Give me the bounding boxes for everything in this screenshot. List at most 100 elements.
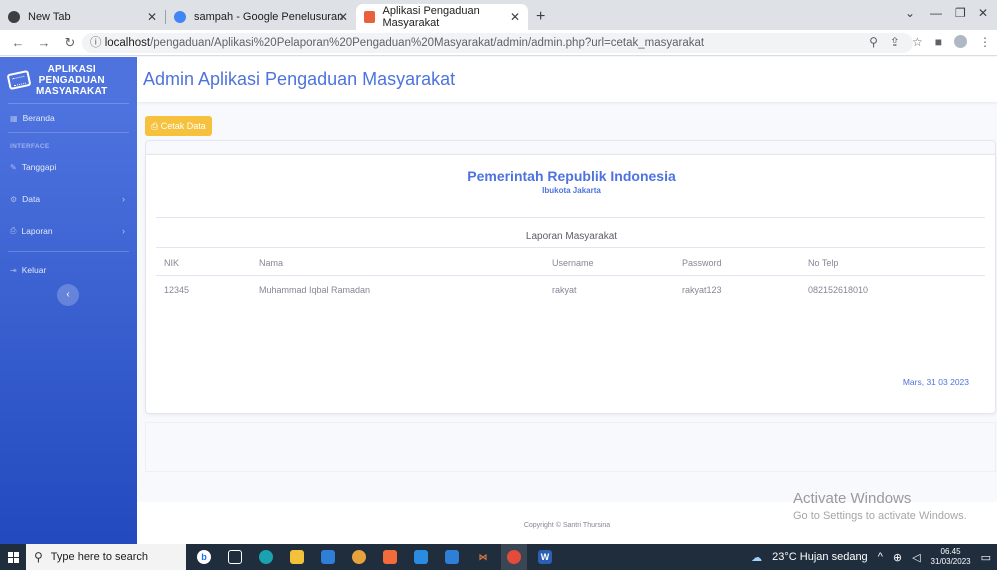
column-header: Username <box>544 252 674 276</box>
table-cell: Muhammad Iqbal Ramadan <box>259 285 371 296</box>
bing-icon[interactable]: b <box>191 544 217 570</box>
close-tab-icon[interactable]: ✕ <box>338 10 348 24</box>
weather-icon[interactable]: ☁ <box>751 551 762 564</box>
tab-aplikasi-pengaduan[interactable]: Aplikasi Pengaduan Masyarakat ✕ <box>356 4 528 30</box>
print-icon: ⎙ <box>151 121 159 131</box>
forward-icon[interactable]: → <box>36 35 52 50</box>
toolbar-right: ⚲ ⇪ ☆ ■ ⋮ <box>869 35 991 49</box>
table-cell: 12345 <box>164 285 190 296</box>
tab-new-tab[interactable]: New Tab ✕ <box>0 4 165 30</box>
sidebar-item-beranda[interactable]: ▦ Beranda <box>0 108 137 128</box>
bookmark-star-icon[interactable]: ☆ <box>912 35 923 49</box>
activate-windows-title: Activate Windows <box>793 490 912 507</box>
page-title: Admin Aplikasi Pengaduan Masyarakat <box>143 69 456 89</box>
brand-line: PENGADUAN <box>38 74 105 86</box>
copyright-text: Copyright © Santri Thursina <box>523 522 611 529</box>
word-icon[interactable]: W <box>532 544 558 570</box>
close-tab-icon[interactable]: ✕ <box>510 10 520 24</box>
sidebar-item-data[interactable]: ⚙ Data › <box>0 189 137 209</box>
column-header: Nama <box>251 252 544 276</box>
sidebar-item-label: Beranda <box>22 113 55 123</box>
chevron-right-icon: › <box>122 226 125 236</box>
sidebar: APLIKASI PENGADUAN MASYARAKAT ▦ Beranda … <box>0 57 137 544</box>
google-icon <box>174 11 186 23</box>
activate-windows-subtitle: Go to Settings to activate Windows. <box>793 510 967 522</box>
start-button[interactable] <box>0 544 26 570</box>
empty-card <box>145 422 996 472</box>
report-card: Pemerintah Republik Indonesia Ibukota Ja… <box>145 154 996 414</box>
print-data-button[interactable]: ⎙ Cetak Data <box>145 116 212 136</box>
footer: Copyright © Santri Thursina <box>137 502 997 544</box>
report-gov-title: Pemerintah Republik Indonesia <box>467 168 676 184</box>
zoom-icon[interactable]: ⚲ <box>869 35 878 49</box>
chrome-icon <box>8 11 20 23</box>
xampp-icon[interactable] <box>377 544 403 570</box>
table-header-row: NIK Nama Username Password No Telp <box>156 252 985 276</box>
mail-icon[interactable] <box>315 544 341 570</box>
report-table: NIK Nama Username Password No Telp 12345… <box>156 252 985 305</box>
weather-text[interactable]: 23°C Hujan sedang <box>772 551 868 563</box>
site-info-icon[interactable]: ⓘ <box>90 37 105 49</box>
report-date: Mars, 31 03 2023 <box>902 377 969 387</box>
share-icon[interactable]: ⇪ <box>890 35 900 49</box>
volume-icon[interactable]: ◁ <box>912 551 920 564</box>
sidebar-item-label: Keluar <box>21 265 47 275</box>
sidebar-brand[interactable]: APLIKASI PENGADUAN MASYARAKAT <box>0 57 137 103</box>
column-header: NIK <box>156 252 251 276</box>
tab-search-icon[interactable]: ⌄ <box>905 6 915 20</box>
menu-icon[interactable]: ⋮ <box>979 35 991 49</box>
chevron-right-icon: › <box>122 194 125 204</box>
main-content: Admin Aplikasi Pengaduan Masyarakat ⎙ Ce… <box>137 57 997 544</box>
notification-icon[interactable]: ▭ <box>981 551 991 564</box>
sidepanel-icon[interactable]: ■ <box>935 35 942 49</box>
edge-icon[interactable] <box>253 544 279 570</box>
network-icon[interactable]: ⊕ <box>893 551 902 564</box>
chrome-active-icon[interactable] <box>501 544 527 570</box>
profile-avatar[interactable] <box>954 35 967 48</box>
site-favicon-icon <box>364 11 375 23</box>
address-bar[interactable]: ⓘ localhost/pengaduan/Aplikasi%20Pelapor… <box>82 33 913 53</box>
sidebar-item-keluar[interactable]: ⇥ Keluar <box>0 260 137 280</box>
table-row: 12345 Muhammad Iqbal Ramadan rakyat raky… <box>156 275 985 305</box>
vscode-icon[interactable] <box>408 544 434 570</box>
sidebar-item-label: Laporan <box>21 226 53 236</box>
back-icon[interactable]: ← <box>10 35 26 50</box>
clock-date: 31/03/2023 <box>930 557 971 566</box>
new-tab-button[interactable]: + <box>536 8 545 26</box>
store-icon[interactable] <box>439 544 465 570</box>
close-window-icon[interactable]: ✕ <box>978 6 988 20</box>
browser-tab-strip: New Tab ✕ sampah - Google Penelusuran ✕ … <box>0 0 997 30</box>
brand-text: APLIKASI PENGADUAN MASYARAKAT <box>36 64 107 97</box>
chrome-icon[interactable] <box>346 544 372 570</box>
close-tab-icon[interactable]: ✕ <box>147 10 157 24</box>
gear-icon: ⚙ <box>10 194 18 204</box>
file-explorer-icon[interactable] <box>284 544 310 570</box>
taskbar-search[interactable]: ⚲ Type here to search <box>26 544 186 570</box>
maximize-icon[interactable]: ❐ <box>955 6 966 20</box>
task-view-icon[interactable] <box>222 544 248 570</box>
divider <box>156 217 985 218</box>
system-tray: ☁ 23°C Hujan sedang ^ ⊕ ◁ 06.45 31/03/20… <box>751 544 991 570</box>
sidebar-item-tanggapi[interactable]: ✎ Tanggapi <box>0 157 137 177</box>
divider <box>156 247 985 248</box>
tab-google-search[interactable]: sampah - Google Penelusuran ✕ <box>166 4 356 30</box>
sidebar-item-label: Data <box>22 194 41 204</box>
tab-label: sampah - Google Penelusuran <box>194 11 344 23</box>
table-cell: 082152618010 <box>808 285 869 296</box>
url-host: localhost <box>104 37 151 49</box>
clock-time: 06.45 <box>940 547 961 556</box>
minimize-icon[interactable]: — <box>930 6 942 20</box>
xampp-control-icon[interactable]: ⋈ <box>470 544 496 570</box>
chevron-up-icon[interactable]: ^ <box>878 551 883 563</box>
reload-icon[interactable]: ↻ <box>62 35 78 51</box>
sidebar-item-laporan[interactable]: ⎙ Laporan › <box>0 221 137 241</box>
clock[interactable]: 06.45 31/03/2023 <box>931 547 971 567</box>
report-title: Laporan Masyarakat <box>525 231 618 242</box>
sidebar-divider <box>8 103 129 104</box>
sidebar-divider <box>8 251 129 252</box>
brand-line: MASYARAKAT <box>36 85 108 97</box>
report-gov-subtitle: Ibukota Jakarta <box>542 186 601 195</box>
windows-taskbar: ⚲ Type here to search b ⋈ W ☁ 23°C Hujan… <box>0 544 997 570</box>
windows-logo-icon <box>7 551 19 563</box>
sidebar-toggle-button[interactable]: ‹ <box>57 284 79 306</box>
